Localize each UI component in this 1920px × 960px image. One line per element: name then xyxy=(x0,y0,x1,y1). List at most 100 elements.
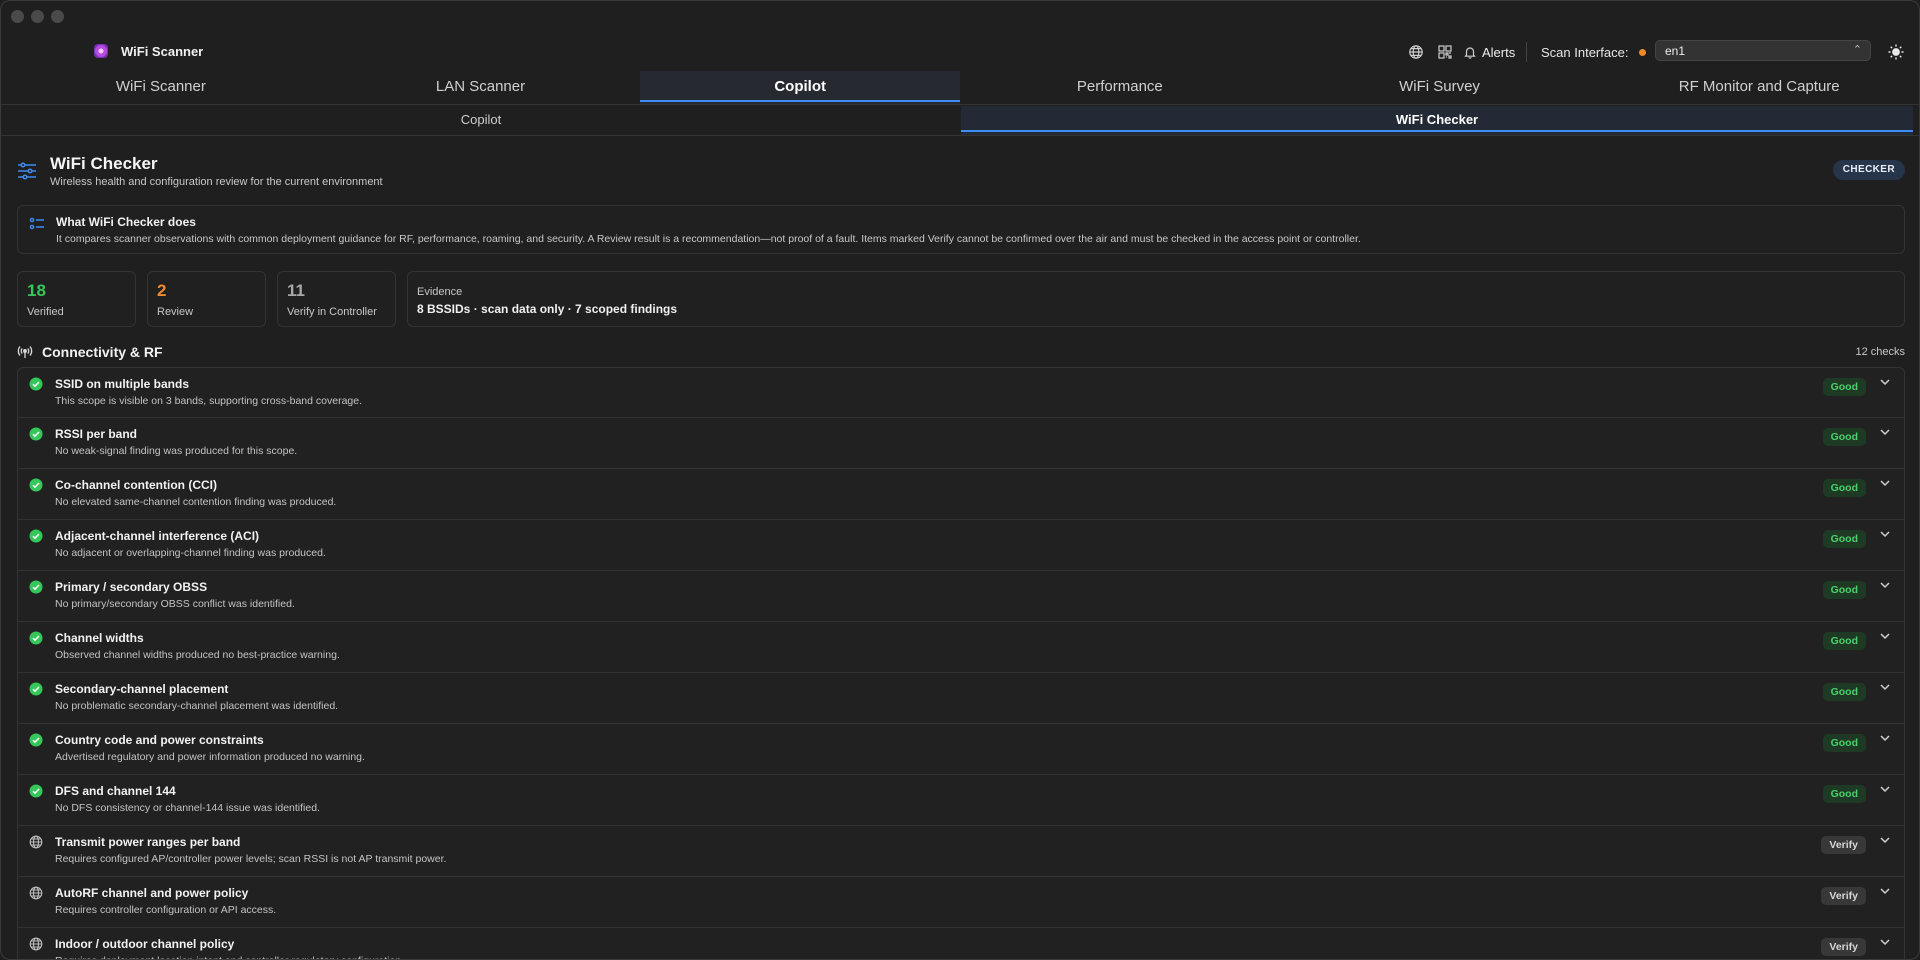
chevron-down-icon[interactable] xyxy=(1878,884,1892,898)
status-badge: Good xyxy=(1822,683,1866,701)
check-row[interactable]: Primary / secondary OBSS No primary/secon… xyxy=(17,571,1905,622)
scan-interface-label: Scan Interface: xyxy=(1541,45,1629,60)
chevron-down-icon[interactable] xyxy=(1878,833,1892,847)
status-badge: Verify xyxy=(1821,938,1866,956)
check-circle-icon xyxy=(29,478,43,492)
section-title: Connectivity & RF xyxy=(42,344,163,360)
check-description: This scope is visible on 3 bands, suppor… xyxy=(55,395,363,407)
stat-verify-controller: 11 Verify in Controller xyxy=(277,271,396,327)
section-count: 12 checks xyxy=(1855,346,1905,358)
tab-copilot[interactable]: Copilot xyxy=(640,71,961,104)
check-title: SSID on multiple bands xyxy=(55,377,190,391)
close-window-button[interactable] xyxy=(11,10,24,23)
stat-review: 2 Review xyxy=(147,271,266,327)
tab-wifi-survey[interactable]: WiFi Survey xyxy=(1280,71,1600,104)
sliders-icon xyxy=(17,161,37,181)
tab-wifi-scanner[interactable]: WiFi Scanner xyxy=(1,71,321,104)
check-description: Requires controller configuration or API… xyxy=(55,904,277,916)
bell-icon xyxy=(1464,47,1476,59)
check-description: No weak-signal finding was produced for … xyxy=(55,445,298,457)
chevron-down-icon[interactable] xyxy=(1878,629,1892,643)
check-description: No problematic secondary-channel placeme… xyxy=(55,700,339,712)
sun-icon[interactable] xyxy=(1887,43,1905,61)
stat-verified-value: 18 xyxy=(27,281,46,300)
scan-interface-value: en1 xyxy=(1665,44,1686,58)
status-badge: Good xyxy=(1822,581,1866,599)
globe-icon[interactable] xyxy=(1408,44,1424,60)
chevron-down-icon[interactable] xyxy=(1878,476,1892,490)
checker-badge: CHECKER xyxy=(1832,160,1905,180)
check-row[interactable]: SSID on multiple bands This scope is visi… xyxy=(17,367,1905,418)
chevron-down-icon[interactable] xyxy=(1878,375,1892,389)
chevron-down-icon[interactable] xyxy=(1878,935,1892,949)
check-row[interactable]: RSSI per band No weak-signal finding was … xyxy=(17,418,1905,469)
chevron-down-icon[interactable] xyxy=(1878,578,1892,592)
info-text: It compares scanner observations with co… xyxy=(56,233,1361,245)
check-circle-icon xyxy=(29,631,43,645)
info-title: What WiFi Checker does xyxy=(56,215,196,229)
chevron-down-icon[interactable] xyxy=(1878,731,1892,745)
subtab-wifi-checker[interactable]: WiFi Checker xyxy=(961,106,1913,135)
sub-tab-bar: Copilot WiFi Checker xyxy=(1,106,1919,136)
status-badge: Good xyxy=(1822,378,1866,396)
scan-status-indicator xyxy=(1639,49,1646,56)
check-description: Requires deployment location intent and … xyxy=(55,955,404,959)
chevron-down-icon[interactable] xyxy=(1878,425,1892,439)
subtab-copilot[interactable]: Copilot xyxy=(1,106,961,135)
stat-review-label: Review xyxy=(157,306,194,318)
globe-icon xyxy=(29,835,43,849)
check-row[interactable]: Country code and power constraints Advert… xyxy=(17,724,1905,775)
check-circle-icon xyxy=(29,733,43,747)
check-row[interactable]: AutoRF channel and power policy Requires … xyxy=(17,877,1905,928)
alerts-button[interactable]: Alerts xyxy=(1463,42,1515,62)
chevron-down-icon[interactable] xyxy=(1878,680,1892,694)
check-circle-icon xyxy=(29,529,43,543)
check-circle-icon xyxy=(29,784,43,798)
check-description: No elevated same-channel contention find… xyxy=(55,496,337,508)
chevron-down-icon[interactable] xyxy=(1878,782,1892,796)
stat-verify-controller-value: 11 xyxy=(287,281,305,300)
checks-list: SSID on multiple bands This scope is visi… xyxy=(17,367,1905,959)
info-box: What WiFi Checker does It compares scann… xyxy=(17,205,1905,254)
check-row[interactable]: Channel widths Observed channel widths pr… xyxy=(17,622,1905,673)
app-header: WiFi Scanner Alerts Scan Interface: en1 … xyxy=(1,39,1919,65)
check-circle-icon xyxy=(29,580,43,594)
titlebar xyxy=(1,1,1919,31)
header-divider xyxy=(1526,42,1527,62)
stat-verify-controller-label: Verify in Controller xyxy=(287,306,377,318)
check-circle-icon xyxy=(29,682,43,696)
check-row[interactable]: Secondary-channel placement No problemati… xyxy=(17,673,1905,724)
chevron-down-icon[interactable] xyxy=(1878,527,1892,541)
check-row[interactable]: Co-channel contention (CCI) No elevated s… xyxy=(17,469,1905,520)
stat-review-value: 2 xyxy=(157,281,167,300)
minimize-window-button[interactable] xyxy=(31,10,44,23)
zoom-window-button[interactable] xyxy=(51,10,64,23)
check-description: Advertised regulatory and power informat… xyxy=(55,751,365,763)
check-row[interactable]: Transmit power ranges per band Requires c… xyxy=(17,826,1905,877)
qr-code-icon[interactable] xyxy=(1437,44,1453,60)
check-description: No DFS consistency or channel-144 issue … xyxy=(55,802,320,814)
check-title: Transmit power ranges per band xyxy=(55,835,241,849)
tab-performance[interactable]: Performance xyxy=(960,71,1280,104)
check-row[interactable]: Adjacent-channel interference (ACI) No ad… xyxy=(17,520,1905,571)
check-row[interactable]: DFS and channel 144 No DFS consistency or… xyxy=(17,775,1905,826)
scan-interface-select[interactable]: en1 ⌃ xyxy=(1655,40,1871,61)
status-badge: Good xyxy=(1822,479,1866,497)
globe-icon xyxy=(29,937,43,951)
status-badge: Good xyxy=(1822,530,1866,548)
app-title: WiFi Scanner xyxy=(121,44,204,59)
tab-lan-scanner[interactable]: LAN Scanner xyxy=(321,71,641,104)
app-window: WiFi Scanner Alerts Scan Interface: en1 … xyxy=(0,0,1920,960)
checker-header: WiFi Checker Wireless health and configu… xyxy=(17,153,1905,193)
globe-icon xyxy=(29,886,43,900)
status-badge: Good xyxy=(1822,632,1866,650)
check-description: Requires configured AP/controller power … xyxy=(55,853,447,865)
check-title: Secondary-channel placement xyxy=(55,682,229,696)
check-row[interactable]: Indoor / outdoor channel policy Requires … xyxy=(17,928,1905,959)
check-description: No primary/secondary OBSS conflict was i… xyxy=(55,598,295,610)
check-title: Indoor / outdoor channel policy xyxy=(55,937,235,951)
check-title: Channel widths xyxy=(55,631,144,645)
check-title: Adjacent-channel interference (ACI) xyxy=(55,529,260,543)
stat-verified-label: Verified xyxy=(27,306,64,318)
tab-rf-monitor[interactable]: RF Monitor and Capture xyxy=(1599,71,1919,104)
